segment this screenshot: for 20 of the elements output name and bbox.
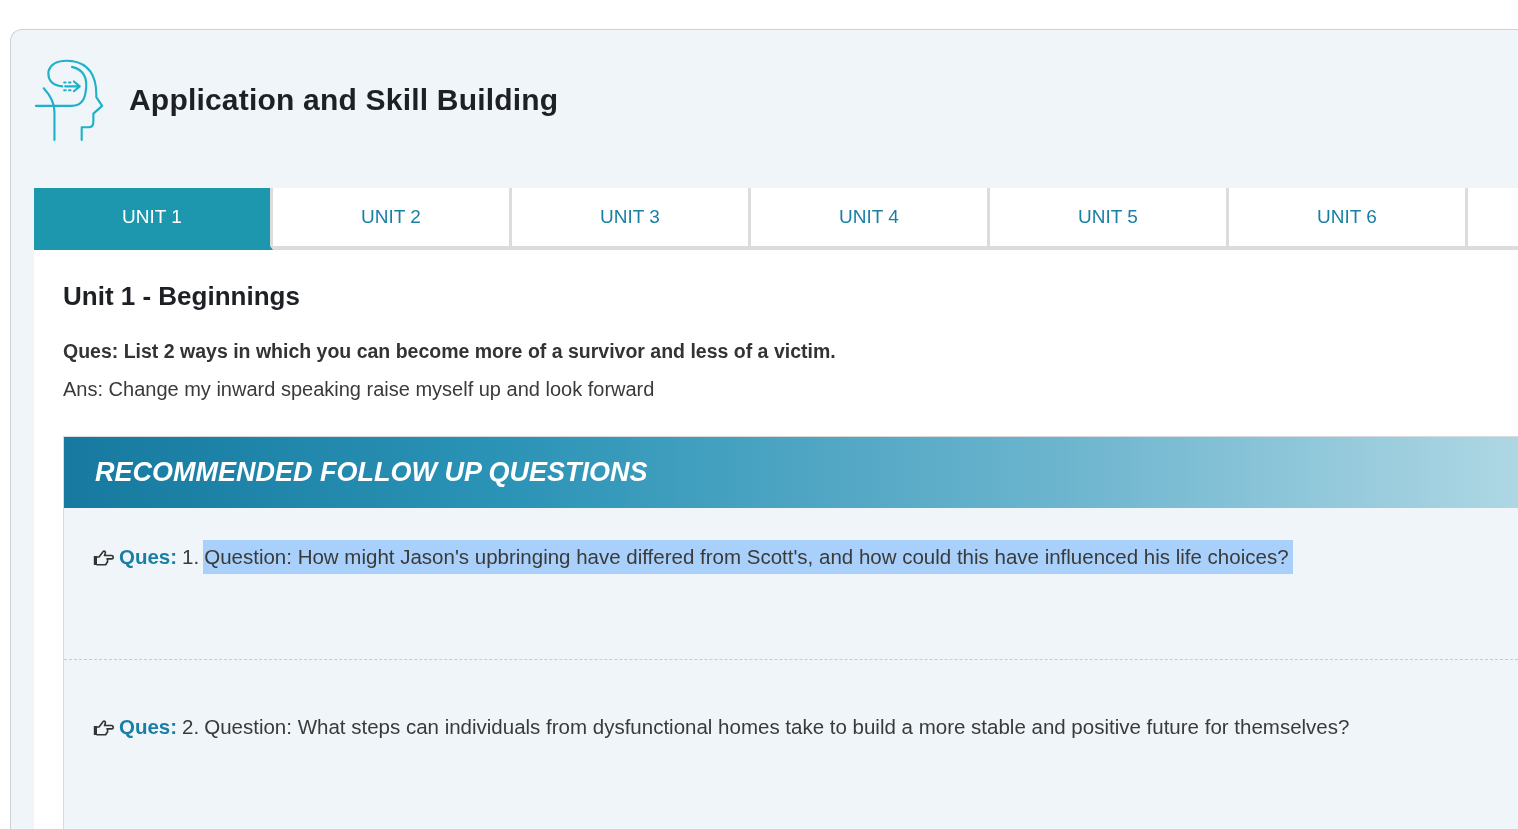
tab[interactable]: UNIT 5	[990, 188, 1229, 250]
tab[interactable]	[1468, 188, 1518, 250]
unit-heading: Unit 1 - Beginnings	[63, 280, 300, 312]
question-number: 1.	[182, 545, 200, 569]
question-text: Ques: List 2 ways in which you can become more of a survivor and less of a victim.	[63, 339, 836, 364]
ques-label: Ques:	[119, 545, 178, 569]
pointing-hand-icon	[93, 548, 114, 566]
followup-header: RECOMMENDED FOLLOW UP QUESTIONS	[64, 437, 1518, 508]
pointing-hand-icon	[93, 718, 114, 736]
tab[interactable]: UNIT 1	[34, 188, 273, 250]
question-number: 2.	[182, 715, 200, 739]
followup-question-text: Question: What steps can individuals from dysfunctional homes take to build a more stable and positive future for themselves?	[203, 714, 1351, 740]
tab[interactable]: UNIT 2	[273, 188, 512, 250]
answer-text: Ans: Change my inward speaking raise myself up and look forward	[63, 377, 655, 402]
followup-question-text: Question: How might Jason's upbringing have differed from Scott's, and how could this have influenced his life choices?	[203, 540, 1293, 574]
tab[interactable]: UNIT 4	[751, 188, 990, 250]
ques-label: Ques:	[119, 715, 178, 739]
tab[interactable]: UNIT 3	[512, 188, 751, 250]
page-title: Application and Skill Building	[129, 83, 559, 117]
tab[interactable]: UNIT 6	[1229, 188, 1468, 250]
